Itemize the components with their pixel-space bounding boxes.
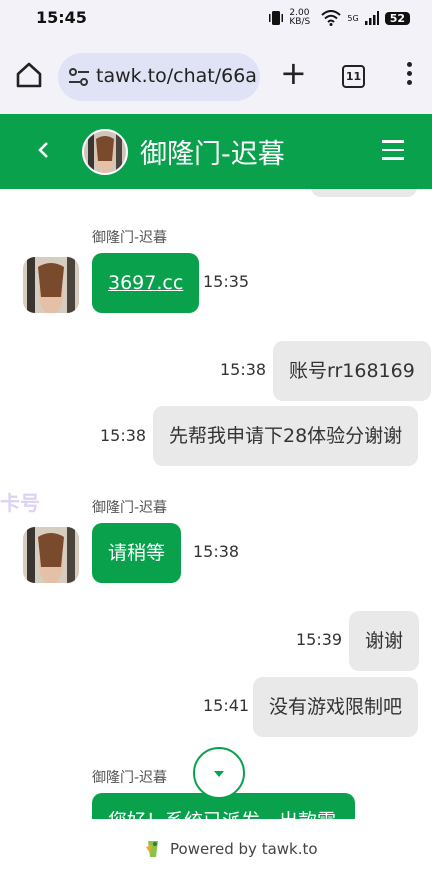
message-bubble-visitor: 没有游戏限制吧 <box>253 677 419 737</box>
message-time: 15:39 <box>296 630 343 649</box>
message-time: 15:41 <box>203 696 250 715</box>
url-text[interactable]: tawk.to/chat/66a <box>96 65 256 87</box>
chat-messages[interactable]: 御隆门-迟暮 3697.cc 15:35 15:38 账号rr168169 15… <box>0 189 432 819</box>
message-time: 15:38 <box>220 360 267 379</box>
status-icons: 2.00 KB/S 5G 52 <box>269 9 410 27</box>
status-bar: 15:45 2.00 KB/S 5G 52 <box>0 0 432 40</box>
browser-menu-button[interactable] <box>404 59 414 91</box>
message-bubble-visitor: 谢谢 <box>349 611 420 671</box>
battery-icon: 52 <box>384 11 410 25</box>
address-bar[interactable]: tawk.to/chat/66a <box>58 53 260 101</box>
vibrate-icon <box>269 11 284 25</box>
signal-label: 5G <box>347 13 359 23</box>
wifi-icon <box>321 10 342 26</box>
chat-menu-button[interactable] <box>382 140 404 160</box>
signal-icon <box>364 11 379 25</box>
message-bubble-visitor <box>311 189 417 197</box>
message-time: 15:38 <box>193 542 240 561</box>
tab-switcher-button[interactable]: 11 <box>342 65 365 88</box>
message-time: 15:38 <box>100 426 147 445</box>
message-sender: 御隆门-迟暮 <box>92 230 168 246</box>
new-tab-button[interactable]: + <box>280 57 307 89</box>
tawk-logo-icon[interactable] <box>144 839 162 859</box>
message-sender: 御隆门-迟暮 <box>92 770 168 786</box>
message-bubble-visitor: 先帮我申请下28体验分谢谢 <box>153 406 419 466</box>
browser-toolbar: tawk.to/chat/66a + 11 <box>0 40 432 114</box>
chevron-left-icon <box>38 142 48 158</box>
message-time: 15:35 <box>203 272 250 291</box>
agent-avatar <box>23 527 79 583</box>
caret-down-icon <box>214 771 224 777</box>
message-bubble-agent: 请稍等 <box>92 523 182 583</box>
chat-header: 御隆门-迟暮 <box>0 114 432 189</box>
powered-by-footer: Powered by tawk.to <box>0 819 432 881</box>
agent-avatar <box>82 129 128 175</box>
status-time: 15:45 <box>36 8 87 27</box>
watermark-text: 卡号 <box>0 491 40 515</box>
message-bubble-agent: 3697.cc <box>92 253 200 313</box>
message-bubble-visitor: 账号rr168169 <box>273 341 431 401</box>
back-button[interactable] <box>30 136 58 164</box>
message-sender: 御隆门-迟暮 <box>92 500 168 516</box>
home-icon[interactable] <box>14 60 44 90</box>
scroll-to-bottom-button[interactable] <box>193 747 245 799</box>
net-speed: 2.00 KB/S <box>289 8 311 27</box>
powered-by-text[interactable]: Powered by tawk.to <box>170 840 318 858</box>
message-link[interactable]: 3697.cc <box>108 272 183 294</box>
agent-name: 御隆门-迟暮 <box>140 139 285 170</box>
site-settings-icon[interactable] <box>68 67 90 87</box>
agent-avatar <box>23 257 79 313</box>
